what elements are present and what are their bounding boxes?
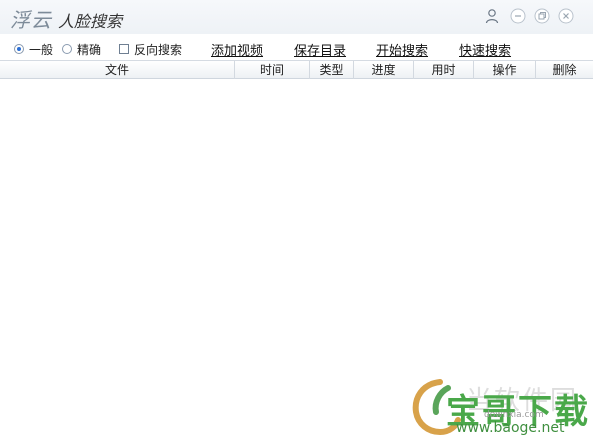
app-title-brand: 浮云	[10, 8, 52, 32]
column-header-action[interactable]: 操作	[474, 61, 536, 79]
user-icon	[485, 9, 499, 24]
column-header-type[interactable]: 类型	[310, 61, 354, 79]
minimize-button[interactable]	[508, 6, 528, 26]
mode-precise-radio[interactable]: 精确	[62, 41, 101, 57]
mode-general-radio[interactable]: 一般	[14, 41, 53, 57]
start-search-button[interactable]: 开始搜索	[376, 40, 428, 59]
close-button[interactable]	[556, 6, 576, 26]
app-title-text: 人脸搜索	[58, 12, 123, 31]
radio-unchecked-icon[interactable]	[62, 44, 72, 54]
restore-button[interactable]	[532, 6, 552, 26]
add-video-button[interactable]: 添加视频	[211, 40, 263, 59]
toolbar: 一般 精确 反向搜索 添加视频 保存目录 开始搜索 快速搜索	[0, 38, 593, 60]
column-header-progress[interactable]: 进度	[354, 61, 414, 79]
watermark-domain: downxia.com	[484, 410, 544, 420]
mode-precise-label: 精确	[77, 42, 102, 57]
checkbox-icon[interactable]	[119, 44, 129, 54]
save-dir-button[interactable]: 保存目录	[294, 40, 346, 59]
watermark-url: www.baoge.net	[456, 420, 565, 436]
app-title: 浮云 人脸搜索	[10, 4, 123, 32]
quick-search-button[interactable]: 快速搜索	[459, 40, 511, 59]
reverse-search-label: 反向搜索	[134, 42, 183, 57]
table-header: 文件 时间 类型 进度 用时 操作 删除	[0, 60, 593, 79]
close-icon	[558, 8, 574, 24]
title-bar: 浮云 人脸搜索	[0, 0, 593, 34]
restore-icon	[534, 8, 550, 24]
column-header-time[interactable]: 时间	[235, 61, 310, 79]
column-header-delete[interactable]: 删除	[536, 61, 593, 79]
mode-general-label: 一般	[29, 42, 54, 57]
column-header-file[interactable]: 文件	[0, 61, 235, 79]
column-header-elapsed[interactable]: 用时	[414, 61, 474, 79]
minimize-icon	[510, 8, 526, 24]
radio-checked-icon[interactable]	[14, 44, 24, 54]
user-button[interactable]	[482, 6, 502, 26]
reverse-search-checkbox[interactable]: 反向搜索	[119, 41, 182, 57]
